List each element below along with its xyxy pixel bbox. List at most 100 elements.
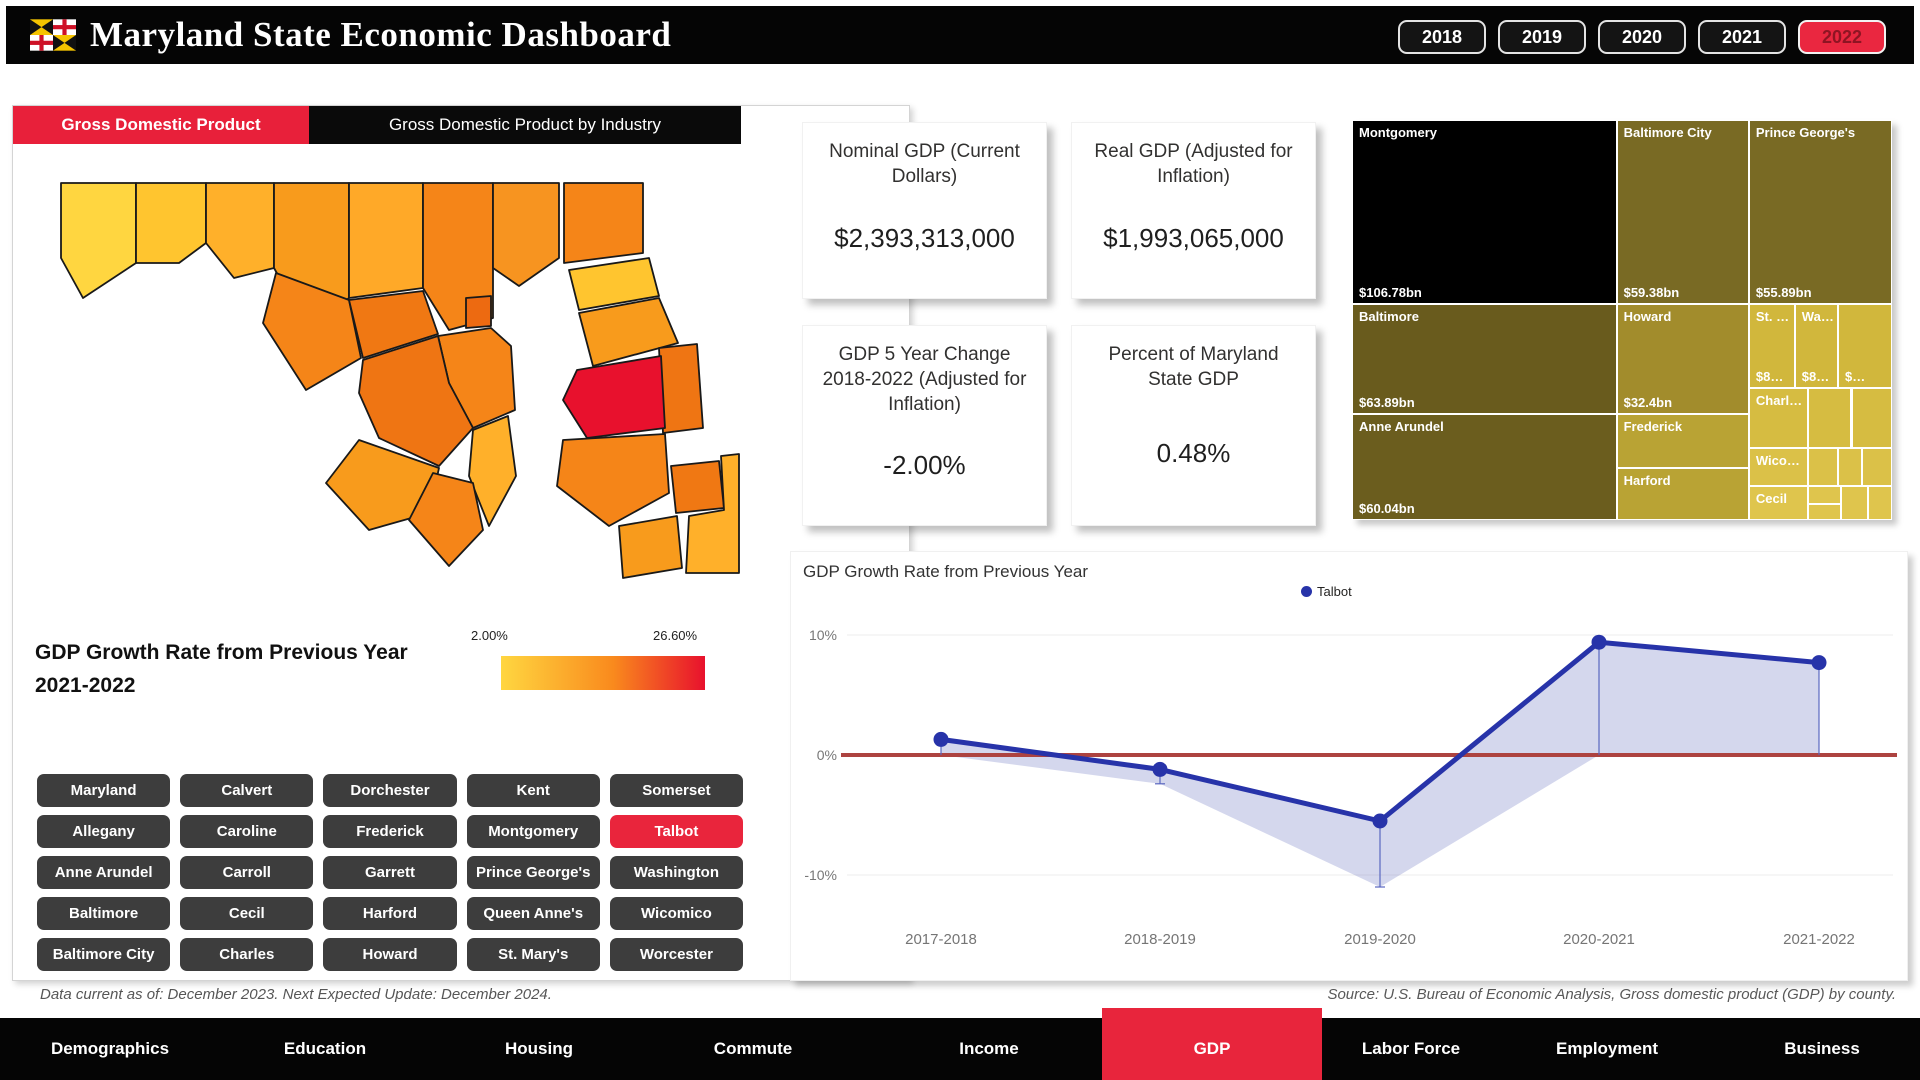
county-button-allegany[interactable]: Allegany [37,815,170,848]
x-axis-tick-label: 2021-2022 [1783,931,1855,948]
treemap-cell[interactable] [1838,448,1862,486]
county-button-montgomery[interactable]: Montgomery [467,815,600,848]
data-point-2017-2018[interactable] [934,732,949,747]
map-county-garrett[interactable] [61,183,136,298]
treemap-cell-wico[interactable]: Wico… [1749,448,1808,486]
treemap-cell[interactable] [1808,486,1840,504]
county-button-queen-anne-s[interactable]: Queen Anne's [467,897,600,930]
year-button-2018[interactable]: 2018 [1398,20,1486,54]
map-county-washington[interactable] [206,183,274,278]
treemap-cell-value: $106.78bn [1359,285,1422,300]
year-button-2020[interactable]: 2020 [1598,20,1686,54]
treemap-cell-wa[interactable]: Wa…$8… [1795,304,1838,388]
legend-min-label: 2.00% [471,628,508,643]
county-button-caroline[interactable]: Caroline [180,815,313,848]
county-button-carroll[interactable]: Carroll [180,856,313,889]
map-county-harford[interactable] [493,183,559,286]
nav-item-business[interactable]: Business [1784,1018,1860,1080]
year-button-2022[interactable]: 2022 [1798,20,1886,54]
treemap-cell[interactable] [1808,448,1838,486]
treemap-cell[interactable] [1852,388,1893,448]
map-county-baltimore-city[interactable] [466,296,491,328]
county-button-howard[interactable]: Howard [323,938,456,971]
county-button-maryland[interactable]: Maryland [37,774,170,807]
nav-item-gdp[interactable]: GDP [1194,1018,1231,1080]
nav-item-commute[interactable]: Commute [714,1018,792,1080]
data-point-2018-2019[interactable] [1153,762,1168,777]
county-button-cecil[interactable]: Cecil [180,897,313,930]
treemap-cell-label: St. … [1756,309,1789,324]
treemap-cell-st[interactable]: St. …$8… [1749,304,1795,388]
treemap-cell[interactable]: $… [1838,304,1892,388]
nav-item-labor-force[interactable]: Labor Force [1362,1018,1460,1080]
treemap-cell-value: $8… [1802,369,1829,384]
map-county-carroll[interactable] [349,183,423,298]
county-button-wicomico[interactable]: Wicomico [610,897,743,930]
treemap-cell[interactable] [1862,448,1892,486]
treemap-cell-harford[interactable]: Harford [1617,468,1749,520]
map-county-wicomico[interactable] [671,461,724,513]
county-button-washington[interactable]: Washington [610,856,743,889]
treemap-cell-value: $60.04bn [1359,501,1415,516]
map-county-somerset[interactable] [619,516,682,578]
kpi-title: Nominal GDP (Current Dollars) [817,139,1032,189]
treemap-cell-prince-george-s[interactable]: Prince George's$55.89bn [1749,120,1892,304]
kpi-card-grid: Nominal GDP (Current Dollars)$2,393,313,… [802,122,1316,526]
line-chart-plot: 10%0%-10%2017-20182018-20192019-20202020… [791,552,1907,980]
nav-item-education[interactable]: Education [284,1018,366,1080]
county-button-worcester[interactable]: Worcester [610,938,743,971]
treemap-cell-howard[interactable]: Howard $32.4bn [1617,304,1749,414]
treemap-cell-charl[interactable]: Charl… [1749,388,1808,448]
tab-gdp-by-industry[interactable]: Gross Domestic Product by Industry [309,106,741,144]
county-button-garrett[interactable]: Garrett [323,856,456,889]
county-button-charles[interactable]: Charles [180,938,313,971]
county-button-st-mary-s[interactable]: St. Mary's [467,938,600,971]
treemap-cell-value: $32.4bn [1624,395,1672,410]
treemap-cell[interactable] [1868,486,1892,520]
app-header: Maryland State Economic Dashboard 201820… [6,6,1914,64]
data-point-2019-2020[interactable] [1373,814,1388,829]
county-button-kent[interactable]: Kent [467,774,600,807]
treemap-cell-frederick[interactable]: Frederick [1617,414,1749,468]
y-axis-tick-label: 0% [817,747,837,763]
nav-item-employment[interactable]: Employment [1556,1018,1658,1080]
county-button-baltimore[interactable]: Baltimore [37,897,170,930]
treemap-cell-baltimore[interactable]: Baltimore$63.89bn [1352,304,1617,414]
year-button-2019[interactable]: 2019 [1498,20,1586,54]
map-county-cecil[interactable] [564,183,643,263]
treemap-cell[interactable] [1808,388,1851,448]
treemap-cell-cecil[interactable]: Cecil [1749,486,1808,520]
treemap-cell-montgomery[interactable]: Montgomery$106.78bn [1352,120,1617,304]
treemap-cell[interactable] [1808,504,1840,520]
county-button-somerset[interactable]: Somerset [610,774,743,807]
map-county-dorchester[interactable] [557,434,669,526]
nav-item-housing[interactable]: Housing [505,1018,573,1080]
county-button-frederick[interactable]: Frederick [323,815,456,848]
year-button-2021[interactable]: 2021 [1698,20,1786,54]
maryland-flag-icon [30,19,76,51]
nav-item-demographics[interactable]: Demographics [51,1018,169,1080]
treemap-cell-anne-arundel[interactable]: Anne Arundel$60.04bn [1352,414,1617,520]
x-axis-tick-label: 2018-2019 [1124,931,1196,948]
map-county-talbot[interactable] [563,356,665,438]
map-county-caroline[interactable] [659,344,703,433]
map-county-allegany[interactable] [136,183,206,263]
treemap-cell[interactable] [1841,486,1868,520]
county-button-talbot[interactable]: Talbot [610,815,743,848]
tab-gross-domestic-product[interactable]: Gross Domestic Product [13,106,309,144]
county-button-baltimore-city[interactable]: Baltimore City [37,938,170,971]
county-button-dorchester[interactable]: Dorchester [323,774,456,807]
data-point-2020-2021[interactable] [1592,635,1607,650]
data-point-2021-2022[interactable] [1812,655,1827,670]
county-button-prince-george-s[interactable]: Prince George's [467,856,600,889]
county-button-calvert[interactable]: Calvert [180,774,313,807]
bottom-navigation: Demographics Education Housing Commute Incom… [0,1018,1920,1080]
map-title: GDP Growth Rate from Previous Year 2021-… [35,636,408,702]
kpi-title: Percent of Maryland State GDP [1086,342,1301,392]
treemap-cell-label: Howard [1624,309,1672,324]
county-button-anne-arundel[interactable]: Anne Arundel [37,856,170,889]
county-button-grid: Maryland Calvert Dorchester Kent Somerset All… [37,774,743,971]
treemap-cell-baltimore-city[interactable]: Baltimore City$59.38bn [1617,120,1749,304]
county-button-harford[interactable]: Harford [323,897,456,930]
nav-item-income[interactable]: Income [959,1018,1019,1080]
